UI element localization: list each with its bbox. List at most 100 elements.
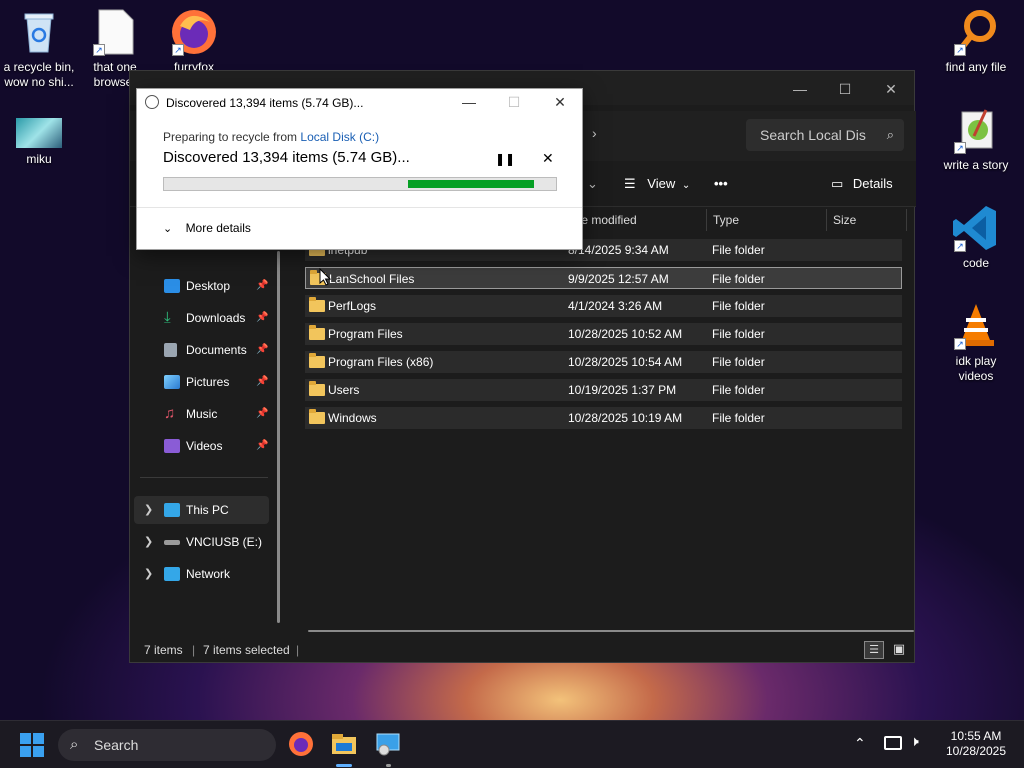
tiles-view-icon[interactable]: ▣ [889,641,909,659]
view-button[interactable]: ☰ View ⌄ [624,173,690,197]
maximize-icon[interactable]: ☐ [825,77,865,101]
file-explorer-taskbar-icon[interactable] [330,731,358,759]
desktop-icon-write-a-story[interactable]: ↗ write a story [939,106,1013,173]
shortcut-arrow-icon: ↗ [93,44,105,56]
sidebar-item-desktop[interactable]: Desktop 📌 [134,272,269,300]
table-row[interactable]: PerfLogs 4/1/2024 3:26 AM File folder [305,295,902,317]
minimize-icon[interactable]: — [780,77,820,101]
details-pane-icon: ▭ [831,176,844,191]
sidebar-item-this-pc[interactable]: ❯ This PC [134,496,269,524]
status-divider: | [296,643,300,657]
sidebar-item-downloads[interactable]: ⤓ Downloads 📌 [134,304,269,332]
more-details-label: More details [185,221,251,235]
column-separator[interactable] [826,209,827,231]
sidebar-divider [140,477,268,478]
sidebar-item-usb-drive[interactable]: ❯ VNCIUSB (E:) [134,528,269,556]
sidebar-item-pictures[interactable]: Pictures 📌 [134,368,269,396]
pin-icon[interactable]: 📌 [256,304,268,332]
taskbar: ⌕ Search ⌃ 🕨 10:55 AM 10/28/2025 [0,720,1024,768]
file-name: Windows [328,411,377,425]
sidebar-item-videos[interactable]: Videos 📌 [134,432,269,460]
shortcut-arrow-icon: ↗ [172,44,184,56]
file-date: 4/1/2024 3:26 AM [568,299,663,313]
more-options-button[interactable]: ••• [714,173,728,195]
file-name: Users [328,383,360,397]
system-clock[interactable]: 10:55 AM 10/28/2025 [940,729,1012,759]
file-type: File folder [712,383,765,397]
status-divider: | [192,643,196,657]
breadcrumb-chevron-icon[interactable]: › [592,125,597,141]
details-view-icon[interactable]: ☰ [864,641,884,659]
music-icon: ♫ [164,405,176,422]
sidebar-item-network[interactable]: ❯ Network [134,560,269,588]
file-date: 10/28/2025 10:54 AM [568,355,683,369]
taskbar-search[interactable]: ⌕ Search [58,729,276,761]
chevron-right-icon[interactable]: ❯ [144,528,153,556]
chevron-up-icon[interactable]: ⌃ [854,735,866,752]
remote-desktop-taskbar-icon[interactable] [375,731,403,759]
column-separator[interactable] [706,209,707,231]
details-pane-button[interactable]: ▭ Details [831,173,893,195]
desktop-icon-miku[interactable]: miku [2,118,76,167]
vlc-icon: ↗ [952,302,1000,350]
desktop-icon-idk-play-videos[interactable]: ↗ idk play videos [939,302,1013,384]
firefox-icon: ↗ [170,8,218,56]
pin-icon[interactable]: 📌 [256,272,268,300]
pin-icon[interactable]: 📌 [256,400,268,428]
file-type: File folder [712,299,765,313]
pin-icon[interactable]: 📌 [256,368,268,396]
table-row[interactable]: LanSchool Files 9/9/2025 12:57 AM File f… [305,267,902,289]
clock-time: 10:55 AM [950,729,1002,743]
volume-muted-icon[interactable]: 🕨 [910,733,919,750]
folder-icon [309,325,325,340]
notepad-plus-icon: ↗ [952,106,1000,154]
search-input[interactable]: Search Local Dis ⌕ [746,119,904,151]
network-status-icon[interactable] [884,736,902,750]
sidebar-scrollbar[interactable] [277,251,280,623]
close-icon[interactable]: ✕ [871,77,911,101]
horizontal-scrollbar[interactable] [308,630,914,632]
column-header-type[interactable]: Type [713,209,739,231]
firefox-taskbar-icon[interactable] [288,731,316,759]
view-list-icon: ☰ [624,176,636,191]
table-row[interactable]: Program Files 10/28/2025 10:52 AM File f… [305,323,902,345]
download-icon: ⤓ [164,309,171,326]
column-header-date-modified[interactable]: te modified [578,209,637,231]
chevron-down-icon: ⌄ [681,180,691,191]
more-details-button[interactable]: ⌄ More details [163,221,251,235]
column-header-size[interactable]: Size [833,209,856,231]
chevron-down-icon: ⌄ [163,223,173,235]
desktop-icon-find-any-file[interactable]: ↗ find any file [939,8,1013,75]
folder-icon [309,409,325,424]
sort-chevron-icon[interactable]: ⌄ [587,173,598,195]
progress-fill [408,180,534,188]
pin-icon[interactable]: 📌 [256,336,268,364]
desktop-icon-recycle-bin[interactable]: a recycle bin, wow no shi... [2,8,76,90]
dialog-divider [137,207,582,208]
pin-icon[interactable]: 📌 [256,432,268,460]
cancel-icon[interactable]: ✕ [542,150,554,167]
start-button[interactable] [20,733,44,757]
search-icon: ⌕ [886,127,894,142]
desktop-icon-label: a recycle bin, wow no shi... [3,60,75,89]
file-type: File folder [712,272,765,286]
source-link[interactable]: Local Disk (C:) [300,130,379,144]
table-row[interactable]: Windows 10/28/2025 10:19 AM File folder [305,407,902,429]
sidebar-item-label: Pictures [186,375,230,389]
recycle-progress-dialog: Discovered 13,394 items (5.74 GB)... — ☐… [136,88,583,250]
desktop-icon-code[interactable]: ↗ code [939,204,1013,271]
minimize-icon[interactable]: — [449,91,489,113]
desktop-icon-furryfox[interactable]: ↗ furryfox [157,8,231,75]
chevron-right-icon[interactable]: ❯ [144,560,153,588]
close-icon[interactable]: ✕ [540,91,580,113]
table-row[interactable]: Users 10/19/2025 1:37 PM File folder [305,379,902,401]
chevron-right-icon[interactable]: ❯ [144,496,153,524]
sidebar-item-documents[interactable]: Documents 📌 [134,336,269,364]
column-separator[interactable] [906,209,907,231]
file-type: File folder [712,243,765,257]
pause-button[interactable]: ❚❚ [495,152,515,166]
sidebar-item-music[interactable]: ♫ Music 📌 [134,400,269,428]
table-row[interactable]: Program Files (x86) 10/28/2025 10:54 AM … [305,351,902,373]
windows-logo-icon [20,733,44,757]
file-name: LanSchool Files [329,272,415,286]
